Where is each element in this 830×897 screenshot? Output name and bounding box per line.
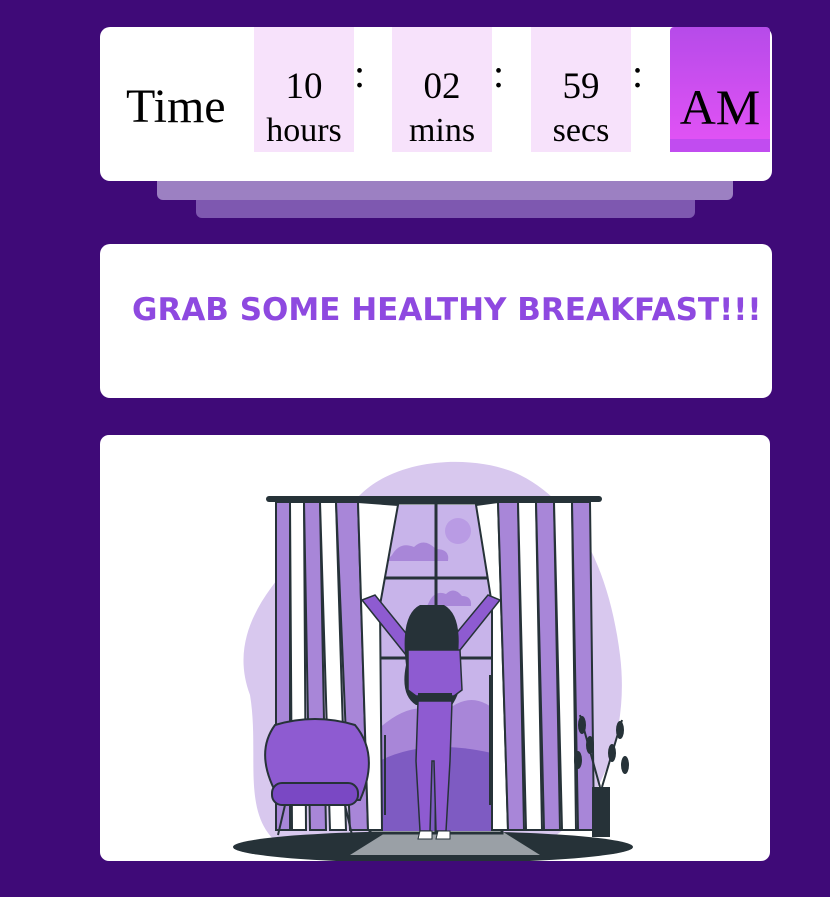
- seconds-box: 59 secs: [531, 27, 631, 152]
- hours-label: hours: [266, 112, 342, 149]
- card-stack-shadow: [157, 181, 733, 200]
- time-label: Time: [126, 80, 226, 133]
- morning-illustration: [233, 461, 633, 861]
- clock-card: Time 10 hours : 02 mins : 59 secs : AM: [100, 27, 772, 181]
- card-stack-shadow-lower: [196, 200, 695, 218]
- meridiem-badge: AM: [670, 27, 770, 139]
- illustration-card: [100, 435, 770, 861]
- seconds-separator: :: [632, 51, 644, 96]
- minutes-label: mins: [408, 112, 476, 149]
- hours-separator: :: [354, 51, 366, 96]
- minutes-value: 02: [423, 66, 461, 107]
- message-text: GRAB SOME HEALTHY BREAKFAST!!!: [132, 292, 762, 328]
- message-card: GRAB SOME HEALTHY BREAKFAST!!!: [100, 244, 772, 398]
- seconds-label: secs: [552, 112, 610, 149]
- minutes-separator: :: [493, 51, 505, 96]
- minutes-box: 02 mins: [392, 27, 492, 152]
- hours-box: 10 hours: [254, 27, 354, 152]
- meridiem-text: AM: [679, 79, 761, 135]
- meridiem-underline: [670, 139, 770, 152]
- hours-value: 10: [285, 66, 323, 107]
- seconds-value: 59: [562, 66, 600, 107]
